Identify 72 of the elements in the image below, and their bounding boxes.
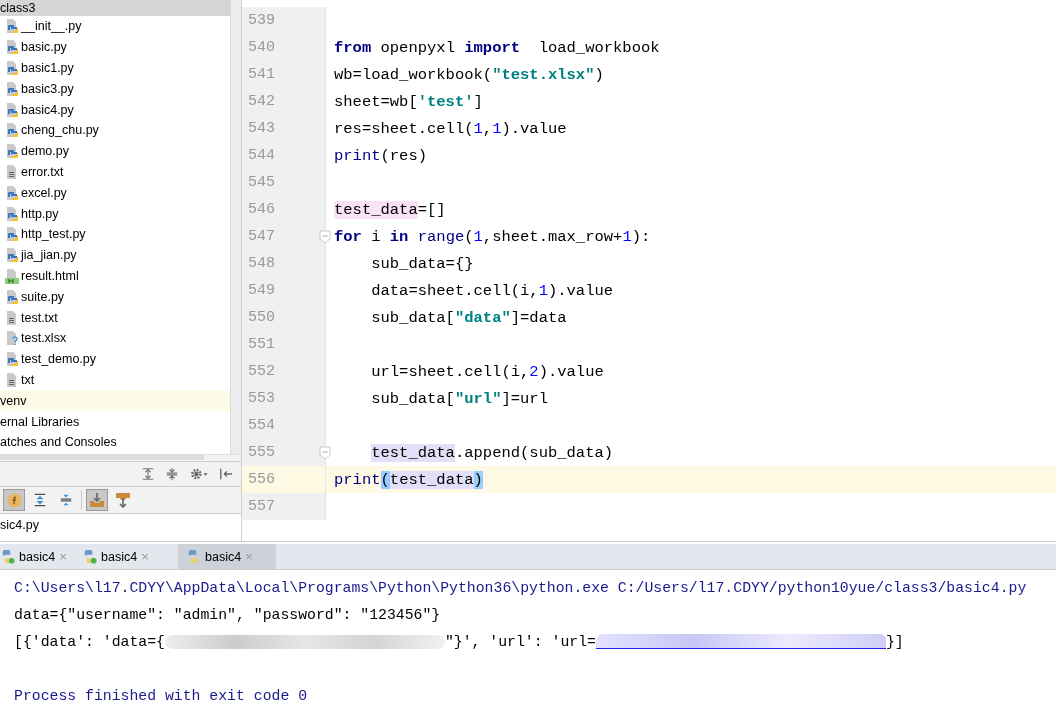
scrollbar[interactable] (230, 0, 241, 454)
tree-item[interactable]: test.txt (0, 307, 230, 328)
line-number: 541 (248, 66, 275, 83)
line-number: 555 (248, 444, 275, 461)
console-text: C:\Users\l17.CDYY\AppData\Local\Programs\Python\Python36\python.exe C:/Users/l17.CDYY/python10yue/class3/basic4.py (14, 579, 1027, 596)
code-line: sub_data={} (371, 254, 474, 273)
tree-item[interactable]: venv (0, 390, 230, 412)
tree-item[interactable]: txt (0, 369, 230, 391)
line-number: 556 (248, 471, 275, 488)
line-number: 552 (248, 363, 275, 380)
tree-item[interactable]: excel.py (0, 182, 230, 204)
fold-marker-icon[interactable] (319, 445, 331, 460)
line-number: 542 (248, 93, 275, 110)
line-number: 551 (248, 336, 275, 353)
line-number: 539 (248, 12, 275, 29)
tree-item[interactable]: http.py (0, 203, 230, 224)
tree-item[interactable]: http_test.py (0, 223, 230, 245)
line-number: 545 (248, 174, 275, 191)
tree-item[interactable]: class3 (0, 0, 230, 16)
console-text: Process finished with exit code 0 (14, 687, 308, 704)
tree-item[interactable]: basic4.py (0, 99, 230, 120)
code-line: sub_data["url"]=url (371, 389, 548, 408)
field-icon[interactable] (3, 489, 25, 511)
code-line: from openpyxl import load_workbook (334, 38, 660, 57)
code-line: url=sheet.cell(i,2).value (371, 362, 604, 381)
line-number: 553 (248, 390, 275, 407)
console-text: [{'data': 'data={ (14, 633, 165, 650)
tree-item[interactable]: test_demo.py (0, 348, 230, 370)
code-line: res=sheet.cell(1,1).value (334, 119, 567, 138)
line-number: 548 (248, 255, 275, 272)
tree-item[interactable]: jia_jian.py (0, 244, 230, 266)
line-number: 549 (248, 282, 275, 299)
line-number: 543 (248, 120, 275, 137)
run-tab[interactable]: basic4 × (178, 544, 276, 569)
tree-item[interactable]: ernal Libraries (0, 411, 230, 432)
structure-item[interactable]: sic4.py (0, 514, 241, 536)
line-number: 540 (248, 39, 275, 56)
tree-item[interactable]: basic.py (0, 36, 230, 58)
console-text: data={"username": "admin", "password": "123456"} (14, 606, 441, 623)
tree-item[interactable]: basic1.py (0, 57, 230, 79)
fold-marker-icon[interactable] (319, 229, 331, 244)
tree-item[interactable]: __init__.py (0, 16, 230, 37)
download-tray-icon[interactable] (86, 489, 108, 511)
code-line: wb=load_workbook("test.xlsx") (334, 65, 604, 84)
tree-item[interactable]: result.html (0, 265, 230, 287)
tree-item[interactable]: basic3.py (0, 78, 230, 100)
run-tab[interactable]: basic4 × (82, 544, 172, 569)
code-line: test_data=[] (334, 200, 446, 219)
tree-item[interactable]: suite.py (0, 286, 230, 308)
code-line: data=sheet.cell(i,1).value (371, 281, 614, 300)
run-tab[interactable]: basic4 × (0, 544, 76, 569)
tree-item[interactable]: cheng_chu.py (0, 120, 230, 141)
scrollbar[interactable] (0, 455, 204, 460)
line-number: 554 (248, 417, 275, 434)
code-line: sub_data["data"]=data (371, 308, 567, 327)
code-line: sheet=wb['test'] (334, 92, 483, 111)
code-line: print(res) (334, 146, 428, 165)
tree-item[interactable]: error.txt (0, 161, 230, 183)
tree-item[interactable]: test.xlsx (0, 327, 230, 349)
line-number: 550 (248, 309, 275, 326)
blurred-link[interactable] (595, 634, 886, 649)
line-number: 544 (248, 147, 275, 164)
tree-item[interactable]: atches and Consoles (0, 431, 230, 453)
code-line: test_data.append(sub_data) (371, 443, 614, 462)
line-number: 557 (248, 498, 275, 515)
console-text: }] (885, 633, 904, 650)
line-number: 546 (248, 201, 275, 218)
line-number: 547 (248, 228, 275, 245)
code-line: print(test_data) (334, 470, 483, 489)
code-line: for i in range(1,sheet.max_row+1): (334, 227, 651, 246)
console-text: "}', 'url': 'url= (444, 633, 596, 650)
tree-item[interactable]: demo.py (0, 140, 230, 162)
